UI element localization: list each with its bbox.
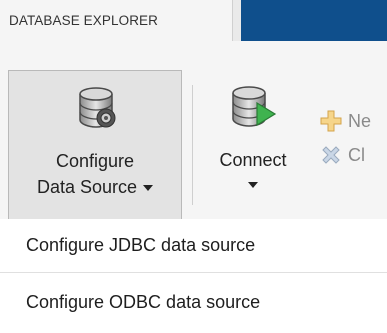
menu-item-configure-odbc[interactable]: Configure ODBC data source xyxy=(0,275,387,329)
menu-item-label: Configure ODBC data source xyxy=(26,291,261,312)
ribbon-separator xyxy=(192,85,193,205)
close-button[interactable]: Cl xyxy=(320,141,387,169)
new-button-label: Ne xyxy=(348,110,372,131)
configure-label-line1: Configure xyxy=(55,151,135,171)
ribbon: Configure Data Source Connect Ne Cl xyxy=(0,41,387,250)
configure-label-line2: Data Source xyxy=(9,177,181,198)
close-button-label: Cl xyxy=(348,144,365,165)
dropdown-arrow-icon xyxy=(143,185,154,192)
database-gear-icon xyxy=(79,87,116,128)
dropdown-arrow-icon xyxy=(248,182,258,189)
connect-dropdown-arrow xyxy=(196,174,310,195)
toolstrip-tab-bar: DATABASE EXPLORER xyxy=(0,0,387,42)
close-x-icon xyxy=(322,146,340,164)
new-button[interactable]: Ne xyxy=(320,107,387,135)
menu-item-label: Configure JDBC data source xyxy=(26,235,256,255)
tab-database-explorer[interactable]: DATABASE EXPLORER xyxy=(0,0,233,42)
plus-icon xyxy=(320,110,342,132)
tab-separator xyxy=(233,0,241,41)
database-play-icon xyxy=(232,86,277,127)
configure-data-source-menu: Configure JDBC data source Configure ODB… xyxy=(0,219,387,333)
connect-label: Connect xyxy=(219,150,287,170)
menu-item-configure-jdbc[interactable]: Configure JDBC data source xyxy=(0,219,387,273)
tab-label: DATABASE EXPLORER xyxy=(9,13,158,28)
